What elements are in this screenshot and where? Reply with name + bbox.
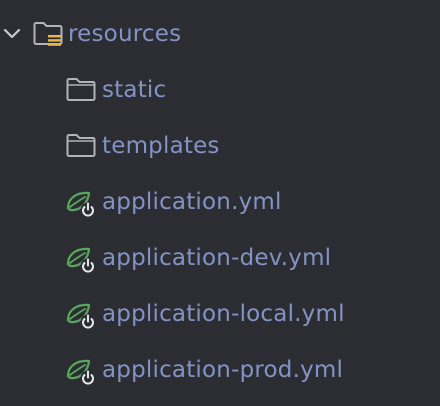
spring-config-icon [66, 247, 96, 274]
project-tree: resources static templates application.y… [0, 0, 440, 406]
tree-item-application-dev-yml[interactable]: application-dev.yml [0, 238, 440, 278]
tree-item-application-prod-yml[interactable]: application-prod.yml [0, 350, 440, 390]
folder-icon [66, 78, 96, 101]
tree-item-label: application-prod.yml [102, 357, 344, 383]
tree-item-application-local-yml[interactable]: application-local.yml [0, 294, 440, 334]
tree-item-label: application-local.yml [102, 301, 345, 327]
folder-icon [66, 134, 96, 157]
tree-item-templates[interactable]: templates [0, 126, 440, 166]
tree-item-label: application-dev.yml [102, 245, 332, 271]
spring-config-icon [66, 303, 96, 330]
tree-item-label: static [102, 77, 167, 103]
tree-item-application-yml[interactable]: application.yml [0, 182, 440, 222]
tree-item-label: templates [102, 133, 220, 159]
tree-item-static[interactable]: static [0, 70, 440, 110]
chevron-down-icon[interactable] [2, 24, 22, 44]
tree-item-resources[interactable]: resources [0, 14, 440, 54]
spring-config-icon [66, 359, 96, 386]
resources-folder-icon [33, 22, 63, 46]
tree-item-label: resources [68, 21, 182, 47]
spring-config-icon [66, 191, 96, 218]
tree-item-label: application.yml [102, 189, 282, 215]
